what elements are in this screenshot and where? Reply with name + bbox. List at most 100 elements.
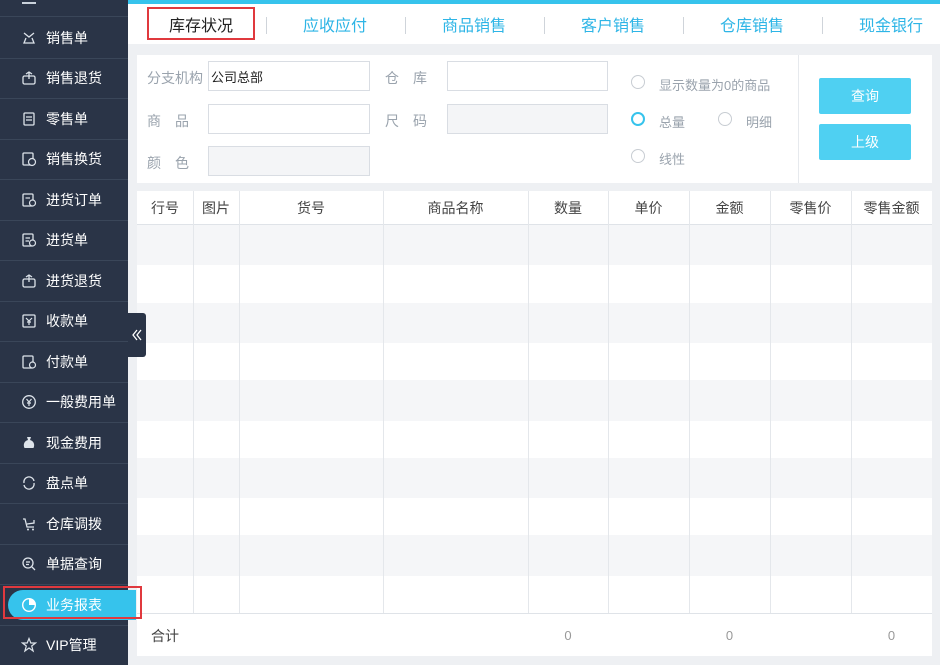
color-input[interactable] [208,146,370,176]
table-row [137,574,932,614]
yen-box-icon [21,313,37,329]
col-image-total [193,614,239,657]
warehouse-input[interactable] [447,61,608,91]
sidebar-item-1[interactable]: 销售退货 [0,59,128,99]
col-quantity-total: 0 [564,628,572,643]
shirt-icon [21,30,37,46]
tab-receivable-payable[interactable]: 应收应付 [276,8,394,40]
sidebar-item-label: 业务报表 [46,596,102,613]
sidebar-item-label: 仓库调拨 [46,515,102,532]
sidebar-item-0[interactable]: 销售单 [0,18,128,59]
sidebar-item-label: 单据查询 [46,556,102,573]
col-product-name-total [383,614,528,657]
tab-inventory-status[interactable]: 库存状况 [148,8,254,40]
collapse-sidebar-button[interactable] [128,313,146,357]
column-divider [851,191,852,613]
sidebar-item-11[interactable]: 盘点单 [0,464,128,504]
sidebar-item-label: 零售单 [46,110,88,127]
sidebar-item-label: 一般费用单 [46,394,116,411]
sidebar-top-partial [0,0,128,17]
sidebar-item-label: 进货订单 [46,191,102,208]
filter-divider [798,55,799,183]
col-image-header[interactable]: 图片 [193,191,239,225]
col-unit-price-header[interactable]: 单价 [608,191,689,225]
sidebar-item-6[interactable]: 进货退货 [0,261,128,302]
sidebar-item-label: 付款单 [46,353,88,370]
table-header: 行号 图片 货号 商品名称 数量 单价 金额 零售价 零售金额 [137,191,932,225]
sidebar-item-3[interactable]: 销售换货 [0,140,128,180]
sidebar-item-15[interactable]: VIP管理 [0,626,128,665]
cycle-icon [21,475,37,491]
tab-divider [683,17,684,34]
money-bag-icon [21,435,37,451]
sidebar-item-label: 销售退货 [46,70,102,87]
sidebar-item-12[interactable]: 仓库调拨 [0,504,128,545]
product-label: 商 品 [147,113,189,129]
tab-product-sales[interactable]: 商品销售 [415,8,533,40]
col-amount-header[interactable]: 金额 [689,191,770,225]
sidebar-item-14[interactable]: 业务报表 [0,585,136,626]
col-row-no-header[interactable]: 行号 [137,191,193,225]
sidebar-item-label: 收款单 [46,313,88,330]
col-retail-amount-header[interactable]: 零售金额 [851,191,932,225]
col-item-no-header[interactable]: 货号 [239,191,383,225]
sidebar-item-5[interactable]: 进货单 [0,221,128,261]
column-divider [770,191,771,613]
total-radio[interactable] [631,112,645,126]
column-divider [239,191,240,613]
sidebar-item-9[interactable]: 一般费用单 [0,383,128,423]
show-zero-label: 显示数量为0的商品 [659,78,771,93]
size-label: 尺 码 [385,113,427,129]
tab-warehouse-sales[interactable]: 仓库销售 [693,8,811,40]
sidebar-item-4[interactable]: 进货订单 [0,180,128,221]
sidebar-item-13[interactable]: 单据查询 [0,545,128,585]
col-product-name-header[interactable]: 商品名称 [383,191,528,225]
sidebar-item-label: 销售单 [46,29,88,46]
table-row [137,419,932,459]
table-row [137,535,932,576]
sidebar-item-8[interactable]: 付款单 [0,342,128,383]
branch-input[interactable]: 公司总部 [208,61,370,91]
partial-icon [22,2,36,4]
col-quantity-header[interactable]: 数量 [528,191,608,225]
table-row [137,497,932,537]
column-divider [383,191,384,613]
sidebar-item-10[interactable]: 现金费用 [0,423,128,464]
sidebar-item-7[interactable]: 收款单 [0,302,128,342]
sidebar-item-label: VIP管理 [46,637,97,654]
line-radio[interactable] [631,149,645,163]
return-box-icon [21,273,37,289]
tab-cash-bank[interactable]: 现金银行 [832,8,940,40]
table-row [137,380,932,421]
col-unit-price-total [608,614,689,657]
col-item-no-total [239,614,383,657]
col-retail-price-total [770,614,851,657]
search-doc-icon [21,556,37,572]
sidebar-item-label: 进货退货 [46,272,102,289]
col-retail-price-header[interactable]: 零售价 [770,191,851,225]
size-input[interactable] [447,104,608,134]
double-chevron-left-icon [132,329,142,341]
query-button[interactable]: 查询 [819,78,911,114]
tab-customer-sales[interactable]: 客户销售 [554,8,672,40]
sidebar-item-label: 销售换货 [46,151,102,168]
product-input[interactable] [208,104,370,134]
tab-divider [405,17,406,34]
exchange-icon [21,151,37,167]
tab-bar: 库存状况 应收应付 商品销售 客户销售 仓库销售 现金银行 [128,0,940,44]
sidebar-item-label: 现金费用 [46,434,102,451]
column-divider [608,191,609,613]
col-amount-total: 0 [725,628,734,643]
col-retail-amount-total: 0 [887,628,896,643]
sidebar: 销售单销售退货零售单销售换货进货订单进货单进货退货收款单付款单一般费用单现金费用… [0,0,136,665]
show-zero-radio[interactable] [631,75,645,89]
order-doc-icon [21,192,37,208]
sidebar-item-2[interactable]: 零售单 [0,99,128,140]
tab-divider [544,17,545,34]
table-footer: 合计 0 0 0 [137,613,932,656]
detail-radio[interactable] [718,112,732,126]
up-level-button[interactable]: 上级 [819,124,911,160]
yen-circle-icon [21,394,37,410]
sidebar-item-label: 盘点单 [46,475,88,492]
color-label: 颜 色 [147,155,189,171]
